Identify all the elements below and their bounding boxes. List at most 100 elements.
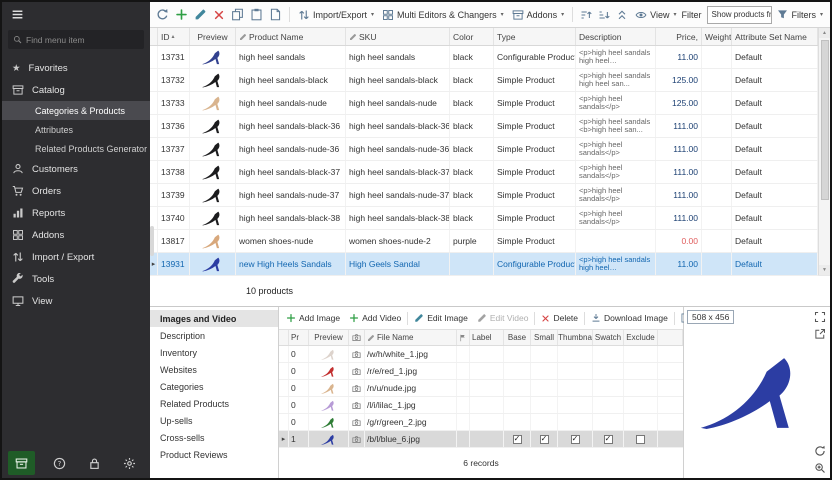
edit-video-button[interactable]: Edit Video: [473, 312, 533, 324]
col-sku[interactable]: SKU: [346, 28, 450, 45]
product-row[interactable]: 13736 high heel sandals-black-36 high he…: [150, 115, 818, 138]
small-checkbox[interactable]: [540, 435, 549, 444]
product-row[interactable]: 13740 high heel sandals-black-38 high he…: [150, 207, 818, 230]
scroll-thumb[interactable]: [821, 40, 829, 200]
col-file-name[interactable]: File Name: [365, 330, 457, 345]
sidebar-item-catalog[interactable]: Catalog: [2, 79, 150, 101]
paste-button[interactable]: [248, 7, 265, 22]
col-description[interactable]: Description: [576, 28, 656, 45]
add-product-button[interactable]: [173, 7, 190, 22]
sort-asc-button[interactable]: [578, 8, 594, 22]
swatch-checkbox[interactable]: [604, 435, 613, 444]
help-button[interactable]: [48, 452, 70, 474]
tab-images-and-video[interactable]: Images and Video: [150, 310, 278, 327]
col-id[interactable]: ID▴: [158, 28, 190, 45]
menu-search-box[interactable]: [8, 30, 144, 49]
hamburger-menu-button[interactable]: [2, 2, 150, 27]
store-view-button[interactable]: [8, 451, 35, 475]
tab-categories[interactable]: Categories: [150, 378, 278, 395]
sidebar-item-import-export[interactable]: Import / Export: [2, 246, 150, 268]
tab-cross-sells[interactable]: Cross-sells: [150, 429, 278, 446]
col-priority[interactable]: Pr: [289, 330, 309, 345]
tab-up-sells[interactable]: Up-sells: [150, 412, 278, 429]
image-row[interactable]: 0 /w/h/white_1.jpg: [279, 346, 683, 363]
scroll-up-arrow[interactable]: ▲: [819, 28, 830, 38]
delete-product-button[interactable]: [211, 8, 227, 22]
product-row[interactable]: 13732 high heel sandals-black high heel …: [150, 69, 818, 92]
edit-image-button[interactable]: Edit Image: [410, 312, 472, 324]
multi-editors-menu[interactable]: Multi Editors & Changers▾: [379, 8, 507, 22]
vertical-scrollbar[interactable]: ▲ ▼: [818, 28, 830, 275]
edit-product-button[interactable]: [192, 7, 209, 22]
image-row[interactable]: 0 /g/r/green_2.jpg: [279, 414, 683, 431]
image-row[interactable]: 0 /l/i/lilac_1.jpg: [279, 397, 683, 414]
tab-inventory[interactable]: Inventory: [150, 344, 278, 361]
image-row[interactable]: 0 /n/u/nude.jpg: [279, 380, 683, 397]
sort-desc-button[interactable]: [596, 8, 612, 22]
tab-product-reviews[interactable]: Product Reviews: [150, 446, 278, 463]
tab-websites[interactable]: Websites: [150, 361, 278, 378]
product-row[interactable]: 13733 high heel sandals-nude high heel s…: [150, 92, 818, 115]
col-price[interactable]: Price,: [656, 28, 702, 45]
add-image-button[interactable]: Add Image: [282, 312, 344, 324]
zoom-icon[interactable]: [814, 462, 826, 474]
col-exclude[interactable]: Exclude: [624, 330, 658, 345]
col-flag[interactable]: [457, 330, 470, 345]
sidebar-item-related-products-generator[interactable]: Related Products Generator: [2, 139, 150, 158]
sidebar-item-tools[interactable]: Tools: [2, 268, 150, 290]
product-row[interactable]: 13737 high heel sandals-nude-36 high hee…: [150, 138, 818, 161]
product-row[interactable]: 13731 high heel sandals high heel sandal…: [150, 46, 818, 69]
product-row[interactable]: 13738 high heel sandals-black-37 high he…: [150, 161, 818, 184]
rotate-icon[interactable]: [814, 445, 826, 457]
sidebar-item-favorites[interactable]: ★Favorites: [2, 57, 150, 79]
sidebar-item-reports[interactable]: Reports: [2, 202, 150, 224]
tab-description[interactable]: Description: [150, 327, 278, 344]
open-external-icon[interactable]: [814, 328, 826, 340]
image-row-selected[interactable]: ▸ 1 /b/l/blue_6.jpg: [279, 431, 683, 448]
col-swatch[interactable]: Swatch: [593, 330, 624, 345]
add-video-button[interactable]: Add Video: [345, 312, 405, 324]
refresh-button[interactable]: [154, 7, 171, 22]
panel-splitter[interactable]: [150, 226, 154, 256]
col-weight[interactable]: Weight: [702, 28, 732, 45]
col-label[interactable]: Label: [470, 330, 504, 345]
collapse-rows-button[interactable]: [614, 8, 630, 22]
col-thumbnail[interactable]: Thumbna: [558, 330, 593, 345]
col-color[interactable]: Color: [450, 28, 494, 45]
col-product-name[interactable]: Product Name: [236, 28, 346, 45]
image-row[interactable]: 0 /r/e/red_1.jpg: [279, 363, 683, 380]
col-attribute-set[interactable]: Attribute Set Name: [732, 28, 818, 45]
thumbnail-checkbox[interactable]: [571, 435, 580, 444]
sidebar-item-categories-products[interactable]: Categories & Products: [2, 101, 150, 120]
product-row[interactable]: 13739 high heel sandals-nude-37 high hee…: [150, 184, 818, 207]
sidebar-item-attributes[interactable]: Attributes: [2, 120, 150, 139]
sidebar-item-orders[interactable]: Orders: [2, 180, 150, 202]
view-menu[interactable]: View▾: [632, 8, 679, 22]
sidebar-item-view[interactable]: View: [2, 290, 150, 312]
sidebar-item-addons[interactable]: Addons: [2, 224, 150, 246]
lock-button[interactable]: [83, 452, 105, 474]
col-small[interactable]: Small: [531, 330, 558, 345]
menu-search-input[interactable]: [26, 35, 139, 45]
export-document-button[interactable]: [267, 7, 284, 22]
col-preview[interactable]: Preview: [190, 28, 236, 45]
download-image-button[interactable]: Download Image: [587, 312, 672, 324]
category-filter-select[interactable]: Show products from selected categories▾: [707, 6, 773, 24]
fullscreen-icon[interactable]: [814, 311, 826, 323]
product-row[interactable]: 13817 women shoes-nude women shoes-nude-…: [150, 230, 818, 253]
col-camera[interactable]: [349, 330, 365, 345]
col-preview[interactable]: Preview: [309, 330, 349, 345]
delete-image-button[interactable]: Delete: [537, 312, 582, 324]
import-export-menu[interactable]: Import/Export▾: [295, 8, 377, 22]
copy-button[interactable]: [229, 7, 246, 22]
col-base[interactable]: Base: [504, 330, 531, 345]
addons-menu[interactable]: Addons▾: [509, 8, 568, 22]
base-checkbox[interactable]: [513, 435, 522, 444]
tab-related-products[interactable]: Related Products: [150, 395, 278, 412]
scroll-down-arrow[interactable]: ▼: [819, 265, 830, 275]
filters-menu[interactable]: Filters▾: [774, 8, 826, 21]
product-row-selected[interactable]: ▸ 13931 new High Heels Sandals High Geel…: [150, 253, 818, 276]
exclude-checkbox[interactable]: [636, 435, 645, 444]
sidebar-item-customers[interactable]: Customers: [2, 158, 150, 180]
col-type[interactable]: Type: [494, 28, 576, 45]
